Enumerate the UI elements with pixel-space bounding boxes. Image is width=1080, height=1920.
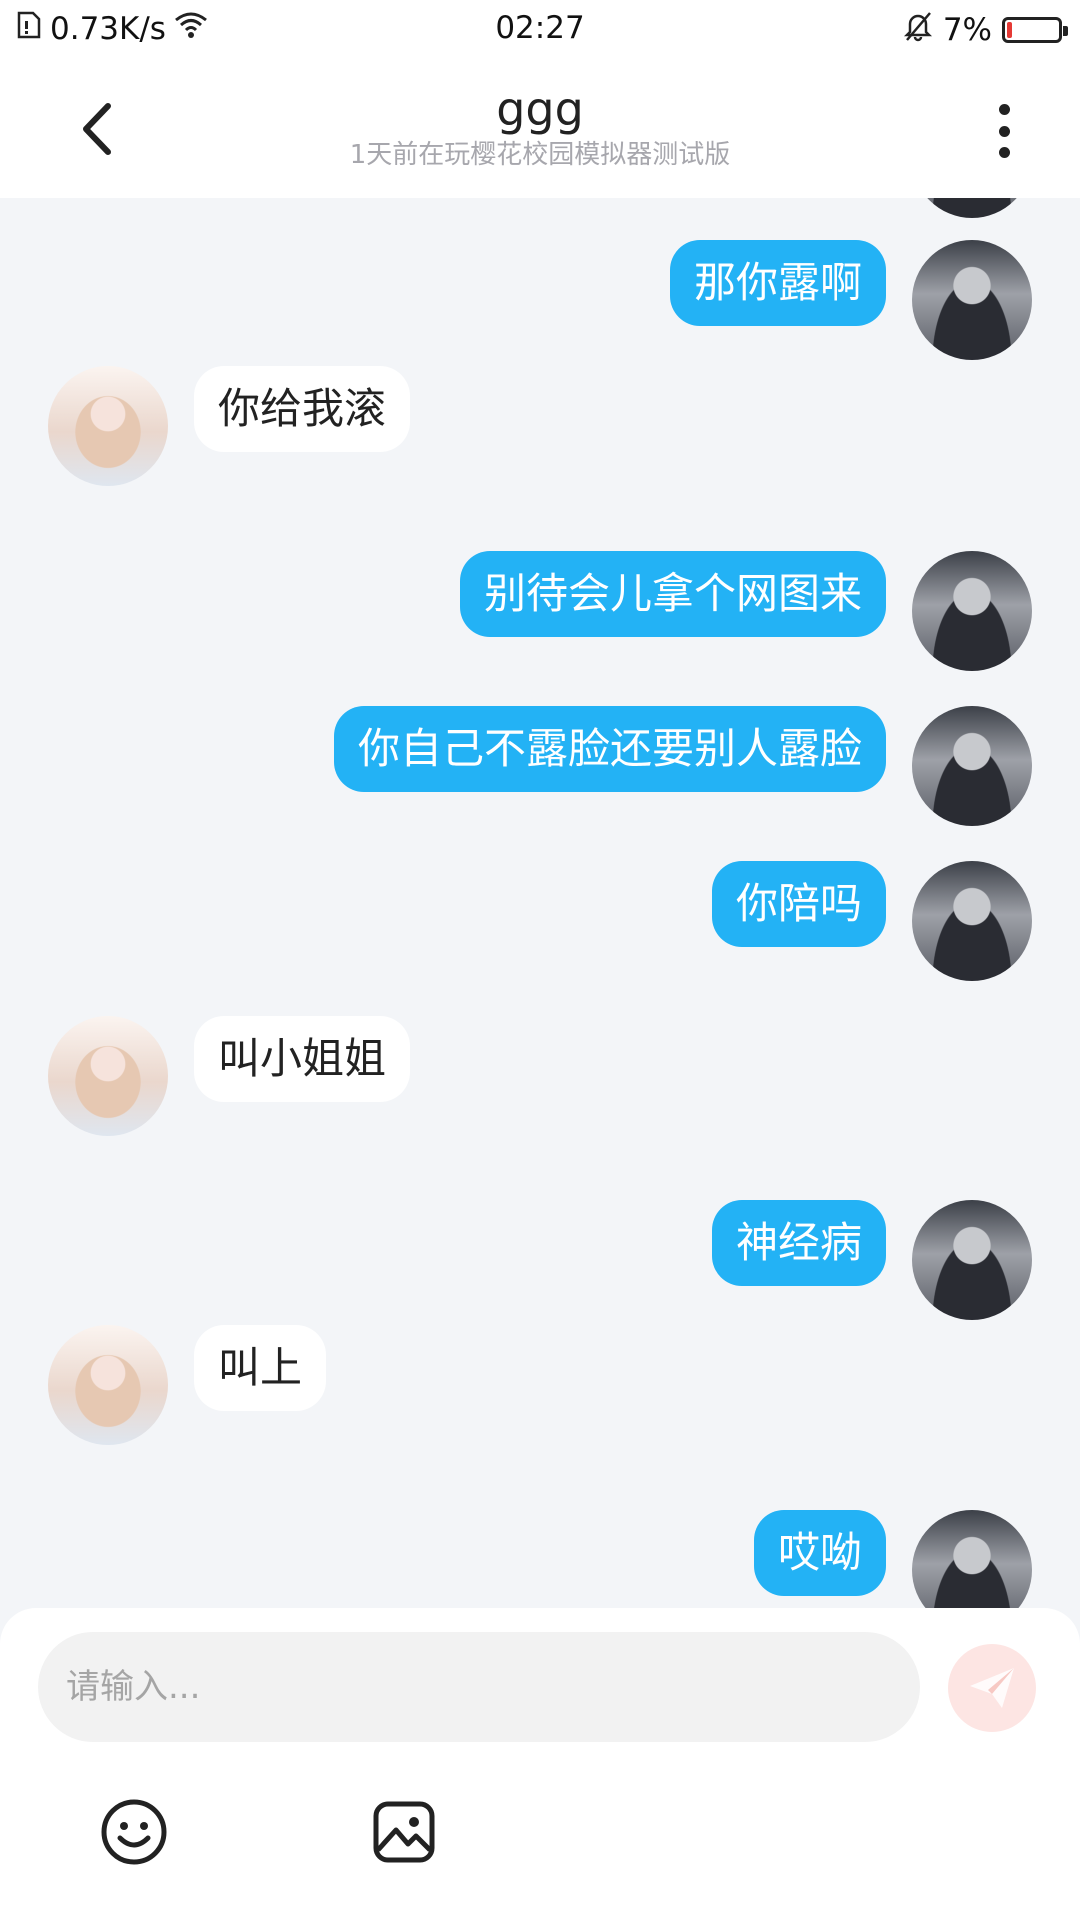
battery-icon xyxy=(1002,17,1068,43)
send-button[interactable] xyxy=(948,1644,1036,1732)
my-avatar[interactable] xyxy=(912,861,1032,981)
message-bubble-sent[interactable]: 神经病 xyxy=(711,1200,886,1286)
contact-name: ggg xyxy=(496,82,584,136)
title-block: ggg 1天前在玩樱花校园模拟器测试版 xyxy=(0,82,1080,172)
message-bubble-sent[interactable]: 你自己不露脸还要别人露脸 xyxy=(333,706,886,792)
message-row: 你自己不露脸还要别人露脸 xyxy=(0,706,1080,826)
my-avatar[interactable] xyxy=(912,1510,1032,1608)
more-vertical-icon xyxy=(998,104,1010,115)
image-icon xyxy=(373,1801,435,1863)
my-avatar[interactable] xyxy=(912,240,1032,360)
my-avatar[interactable] xyxy=(912,706,1032,826)
my-avatar[interactable] xyxy=(912,1200,1032,1320)
chat-header: ggg 1天前在玩樱花校园模拟器测试版 xyxy=(0,58,1080,198)
message-row: 你陪吗 xyxy=(0,861,1080,981)
message-row: 神经病 xyxy=(0,1200,1080,1320)
paper-plane-icon xyxy=(970,1668,1014,1708)
battery-percent: 7% xyxy=(942,12,992,48)
emoji-button[interactable] xyxy=(98,1796,170,1868)
message-bubble-sent[interactable]: 你陪吗 xyxy=(711,861,886,947)
contact-status: 1天前在玩樱花校园模拟器测试版 xyxy=(349,140,731,170)
message-input[interactable] xyxy=(38,1632,920,1742)
composer xyxy=(0,1608,1080,1920)
status-right: 7% xyxy=(903,10,1068,50)
message-bubble-received[interactable]: 叫小姐姐 xyxy=(194,1016,411,1102)
more-options-button[interactable] xyxy=(984,98,1024,164)
my-avatar[interactable] xyxy=(912,198,1032,218)
contact-avatar[interactable] xyxy=(48,366,168,486)
message-bubble-sent[interactable]: 哎呦 xyxy=(753,1510,886,1596)
message-row: 哎呦 xyxy=(0,1510,1080,1608)
contact-avatar[interactable] xyxy=(48,1325,168,1445)
message-bubble-sent[interactable]: 那你露啊 xyxy=(669,240,886,326)
status-bar: 0.73K/s 02:27 7% xyxy=(0,0,1080,58)
my-avatar[interactable] xyxy=(912,551,1032,671)
contact-avatar[interactable] xyxy=(48,1016,168,1136)
message-row: 叫上 xyxy=(0,1325,1080,1445)
message-row: 那你露啊 xyxy=(0,240,1080,360)
message-list[interactable]: 那你露啊 你给我滚 别待会儿拿个网图来 你自己不露脸还要别人露脸 你陪吗 叫小姐… xyxy=(0,198,1080,1608)
image-button[interactable] xyxy=(368,1796,440,1868)
message-row: 你给我滚 xyxy=(0,366,1080,486)
battery-fill xyxy=(1007,22,1012,38)
mute-bell-icon xyxy=(903,10,933,50)
message-bubble-sent[interactable]: 别待会儿拿个网图来 xyxy=(459,551,886,637)
smiley-icon xyxy=(101,1799,167,1865)
message-bubble-received[interactable]: 叫上 xyxy=(194,1325,327,1411)
message-row: 叫小姐姐 xyxy=(0,1016,1080,1136)
message-row: 别待会儿拿个网图来 xyxy=(0,551,1080,671)
message-bubble-received[interactable]: 你给我滚 xyxy=(194,366,411,452)
